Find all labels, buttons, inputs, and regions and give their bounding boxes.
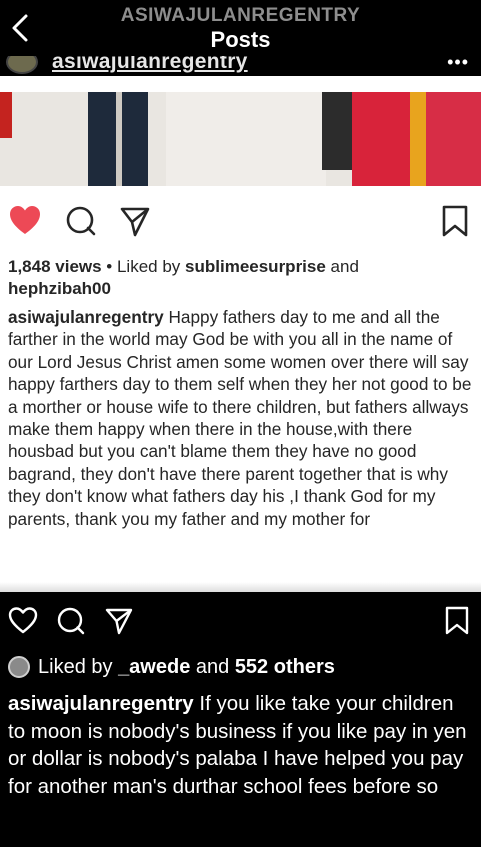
send-icon[interactable] — [104, 606, 134, 636]
embedded-username: asiwajulanregentry — [52, 56, 248, 73]
liked-by-text: Liked by _awede and 552 others — [38, 655, 335, 678]
heart-icon — [10, 206, 40, 234]
embedded-post-header: asiwajulanregentry ••• — [0, 56, 481, 76]
caption-username[interactable]: asiwajulanregentry — [8, 692, 194, 715]
bookmark-icon[interactable] — [442, 606, 472, 636]
post-image[interactable]: asiwajulanregentry ••• 1,848 views • Lik… — [0, 56, 481, 592]
header-titles: ASIWAJULANREGENTRY Posts — [0, 5, 481, 53]
header-username: ASIWAJULANREGENTRY — [120, 5, 361, 26]
avatar — [8, 656, 30, 678]
comment-icon — [66, 206, 96, 236]
post-caption: asiwajulanregentry If you like take your… — [8, 690, 476, 800]
avatar — [6, 56, 38, 74]
embedded-likes: 1,848 views • Liked by sublimeesurprise … — [8, 257, 359, 298]
liked-by[interactable]: Liked by _awede and 552 others — [8, 654, 335, 680]
send-icon — [120, 207, 150, 237]
page-title: Posts — [210, 27, 271, 52]
app-header: ASIWAJULANREGENTRY Posts — [0, 0, 481, 56]
bookmark-icon — [442, 205, 468, 237]
comment-icon[interactable] — [56, 606, 86, 636]
post-actions — [0, 598, 481, 646]
heart-icon[interactable] — [8, 606, 38, 636]
embedded-actions — [0, 202, 481, 242]
embedded-photo — [0, 92, 481, 186]
more-icon: ••• — [447, 56, 469, 72]
embedded-caption: asiwajulanregentry Happy fathers day to … — [8, 307, 472, 529]
